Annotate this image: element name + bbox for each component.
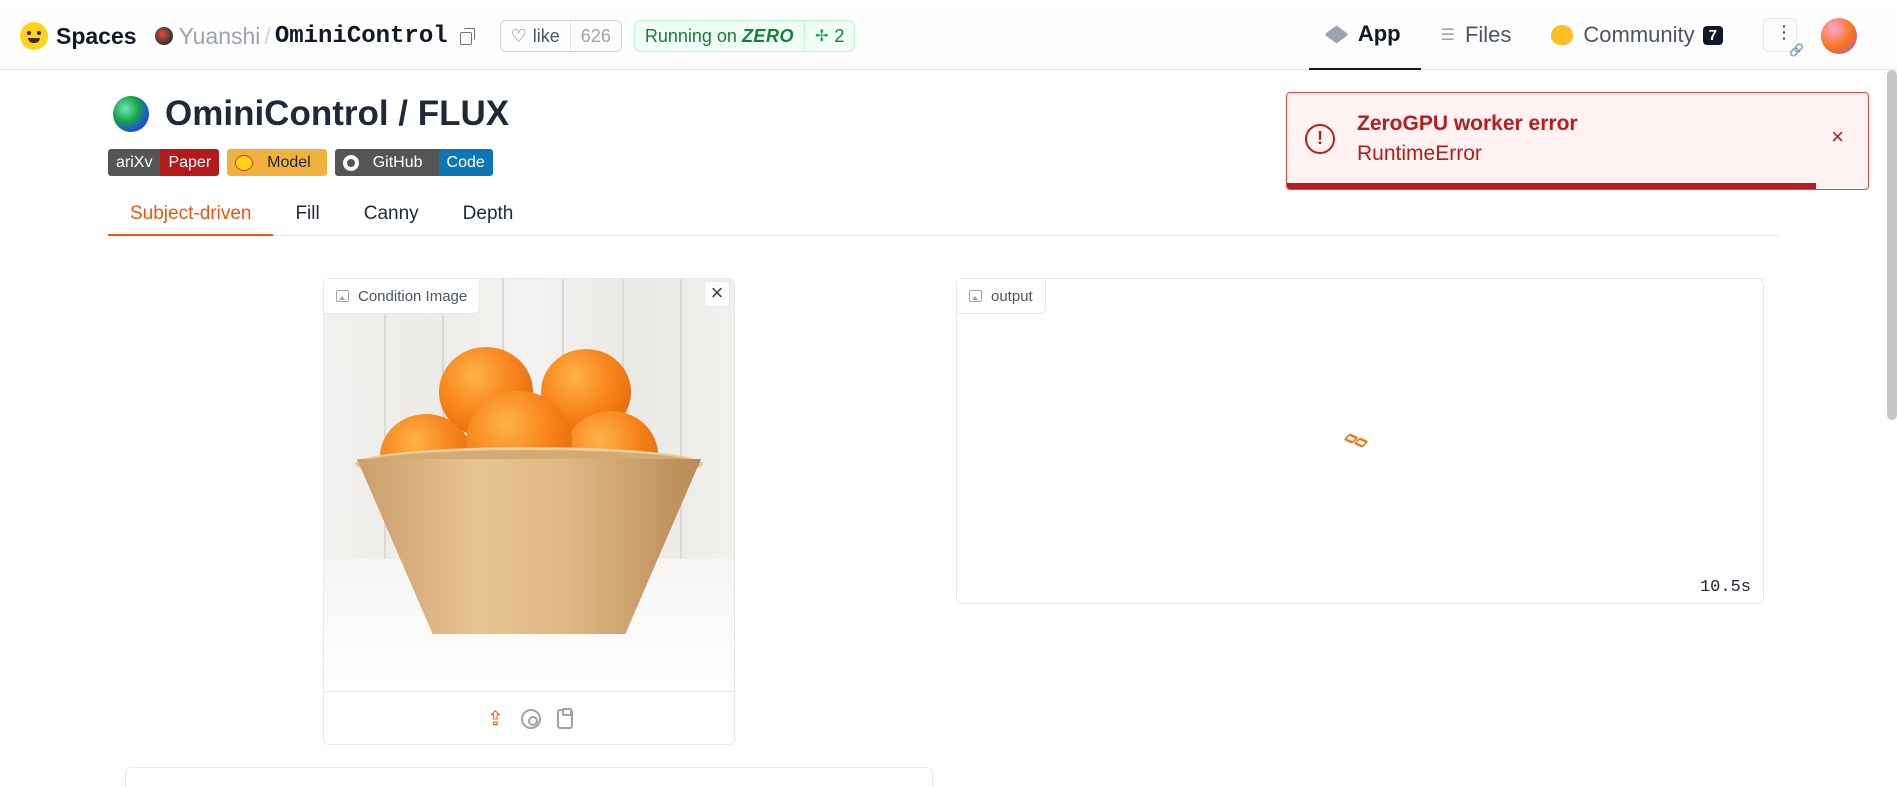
- community-count-badge: 7: [1702, 25, 1723, 45]
- badge-label: Model: [267, 153, 311, 171]
- workers-value: 2: [834, 25, 845, 46]
- copy-icon[interactable]: [458, 27, 476, 45]
- badge-left: Model: [227, 149, 327, 176]
- page-scrollbar[interactable]: [1887, 70, 1897, 420]
- badge-left: ariXv: [108, 149, 161, 176]
- community-icon: [1551, 25, 1574, 45]
- link-icon: 🔗: [1789, 43, 1804, 57]
- code-badge[interactable]: GitHub Code: [334, 149, 493, 176]
- github-icon: [342, 154, 359, 171]
- app-cube-icon: [1324, 24, 1349, 44]
- condition-image-oranges-in-bowl[interactable]: [324, 279, 734, 691]
- loading-spinner-icon: [1343, 433, 1371, 451]
- badge-left: GitHub: [334, 149, 439, 176]
- workers-count: ✢ 2: [803, 21, 854, 51]
- close-icon[interactable]: ×: [1831, 124, 1844, 150]
- space-identity: Spaces Yuanshi / OminiControl ♡ like 626…: [20, 18, 856, 54]
- breadcrumb-separator: /: [264, 22, 271, 49]
- output-label: output: [957, 279, 1046, 314]
- space-nav: App ☰ Files Community 7 🔗: [1308, 0, 1897, 70]
- heart-icon: ♡: [510, 25, 527, 46]
- files-icon: ☰: [1440, 27, 1455, 44]
- like-label: like: [532, 25, 560, 46]
- toast-message: RuntimeError: [1357, 142, 1482, 165]
- upload-icon[interactable]: [485, 706, 507, 731]
- like-group: ♡ like 626: [499, 20, 622, 52]
- badge-label: GitHub: [372, 153, 423, 171]
- paper-badge[interactable]: ariXv Paper: [108, 149, 220, 176]
- badge-right: Paper: [160, 149, 220, 176]
- toast-progress-bar: [1287, 183, 1816, 189]
- owner-avatar[interactable]: [154, 27, 173, 45]
- spaces-link[interactable]: Spaces: [56, 23, 137, 50]
- nav-tab-files[interactable]: ☰ Files: [1421, 0, 1532, 70]
- nav-tab-label: Community: [1583, 22, 1695, 47]
- user-avatar[interactable]: [1821, 18, 1857, 54]
- like-button[interactable]: ♡ like: [501, 21, 570, 51]
- tab-depth[interactable]: Depth: [441, 198, 536, 236]
- error-toast: ! ZeroGPU worker error RuntimeError ×: [1286, 92, 1869, 190]
- webcam-icon[interactable]: [521, 708, 541, 729]
- huggingface-icon: [235, 154, 254, 171]
- tab-fill[interactable]: Fill: [273, 198, 341, 236]
- repo-name-link[interactable]: OminiControl: [275, 23, 448, 50]
- owner-link[interactable]: Yuanshi: [179, 23, 261, 50]
- running-hardware: ZERO: [741, 25, 794, 46]
- clear-image-button[interactable]: ×: [704, 281, 730, 307]
- nav-tab-app[interactable]: App: [1308, 0, 1421, 70]
- running-prefix: Running on: [644, 25, 737, 46]
- page-header: OminiControl / FLUX: [113, 94, 509, 134]
- tab-canny[interactable]: Canny: [342, 198, 441, 236]
- image-source-toolbar: [324, 691, 734, 745]
- more-options-button[interactable]: 🔗: [1763, 18, 1804, 57]
- mode-tabs: Subject-driven Fill Canny Depth: [108, 198, 1780, 236]
- error-icon: !: [1305, 124, 1335, 154]
- settings-block: [125, 767, 933, 787]
- condition-image-panel: Condition Image ×: [323, 278, 735, 745]
- fan-icon: ✢: [814, 28, 829, 45]
- condition-image-label: Condition Image: [324, 279, 481, 314]
- badge-right: Code: [438, 149, 493, 176]
- globe-icon: [113, 96, 149, 132]
- like-count[interactable]: 626: [569, 21, 621, 51]
- elapsed-timer: 10.5s: [1699, 578, 1751, 597]
- running-status: Running on ZERO: [635, 26, 804, 47]
- hardware-status-badge[interactable]: Running on ZERO ✢ 2: [633, 20, 856, 52]
- tab-subject-driven[interactable]: Subject-driven: [108, 198, 274, 236]
- huggingface-logo-icon[interactable]: [20, 22, 48, 50]
- toast-title: ZeroGPU worker error: [1357, 112, 1578, 135]
- nav-tab-label: App: [1357, 21, 1401, 46]
- nav-tab-label: Files: [1464, 22, 1512, 47]
- page-title: OminiControl / FLUX: [165, 94, 510, 133]
- nav-tab-community[interactable]: Community 7: [1531, 0, 1743, 70]
- panel-label-text: Condition Image: [358, 287, 468, 305]
- panel-label-text: output: [991, 287, 1033, 305]
- image-icon: [336, 290, 349, 302]
- model-badge[interactable]: Model: [227, 149, 327, 176]
- image-icon: [969, 290, 982, 302]
- link-badges: ariXv Paper Model GitHub Code: [108, 149, 493, 176]
- output-image-panel: output 10.5s: [956, 278, 1764, 604]
- top-navigation-bar: Spaces Yuanshi / OminiControl ♡ like 626…: [0, 0, 1897, 70]
- clipboard-icon[interactable]: [557, 707, 573, 729]
